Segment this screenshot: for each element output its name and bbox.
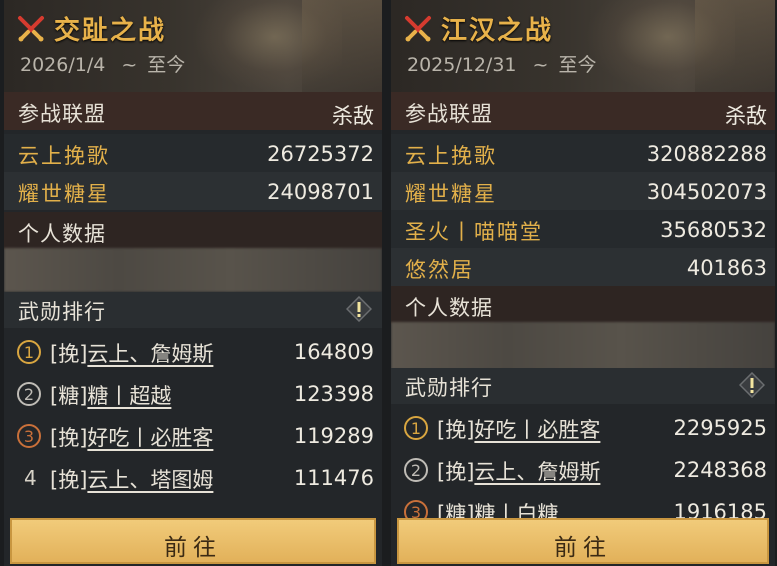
rank-gold-badge-icon: 1 bbox=[404, 416, 428, 440]
alliance-row: 圣火丨喵喵堂 35680532 bbox=[391, 210, 775, 248]
svg-text:1: 1 bbox=[411, 419, 421, 438]
alliance-row: 云上挽歌 320882288 bbox=[391, 134, 775, 172]
ranking-row[interactable]: 2 [挽]云上、詹姆斯 2248368 bbox=[391, 450, 775, 490]
exclamation-icon[interactable] bbox=[739, 372, 765, 398]
exclamation-icon[interactable] bbox=[346, 296, 372, 322]
alliance-row: 耀世糖星 304502073 bbox=[391, 172, 775, 210]
personal-data-header: 个人数据 bbox=[391, 286, 775, 324]
player-name[interactable]: 云上、詹姆斯 bbox=[87, 342, 213, 366]
rank-silver-badge-icon: 2 bbox=[17, 382, 41, 406]
player-name[interactable]: 云上、詹姆斯 bbox=[474, 460, 600, 484]
personal-data-blurred bbox=[4, 248, 382, 292]
rank-gold-badge-icon: 1 bbox=[17, 340, 41, 364]
ranking-header: 武勋排行 bbox=[391, 368, 775, 404]
ranking-row[interactable]: 1 [挽]云上、詹姆斯 164809 bbox=[4, 332, 382, 372]
ranking-row[interactable]: 1 [挽]好吃丨必胜客 2295925 bbox=[391, 408, 775, 448]
battle-title: 江汉之战 bbox=[441, 16, 554, 46]
alliance-table-header: 参战联盟 杀敌 bbox=[391, 92, 775, 130]
svg-text:2: 2 bbox=[24, 385, 34, 404]
battle-date: 2026/1/4 ~ 至今 bbox=[20, 54, 186, 76]
battle-date: 2025/12/31 ~ 至今 bbox=[407, 54, 597, 76]
ranking-row[interactable]: 3 [挽]好吃丨必胜客 119289 bbox=[4, 416, 382, 456]
ranking-header: 武勋排行 bbox=[4, 292, 382, 328]
personal-data-blurred bbox=[391, 322, 775, 370]
svg-text:3: 3 bbox=[24, 427, 34, 446]
svg-text:1: 1 bbox=[24, 343, 34, 362]
go-button[interactable]: 前往 bbox=[397, 518, 769, 564]
alliance-row: 云上挽歌 26725372 bbox=[4, 134, 382, 172]
ranking-row[interactable]: 4 [挽]云上、塔图姆 111476 bbox=[4, 458, 382, 498]
svg-text:2: 2 bbox=[411, 461, 421, 480]
battle-banner: 江汉之战 2025/12/31 ~ 至今 bbox=[391, 0, 775, 92]
player-name[interactable]: 好吃丨必胜客 bbox=[87, 426, 213, 450]
end-label: 至今 bbox=[147, 54, 186, 76]
crossed-swords-icon bbox=[18, 16, 44, 42]
player-name[interactable]: 糖丨超越 bbox=[87, 384, 171, 408]
personal-data-header: 个人数据 bbox=[4, 212, 382, 250]
rank-silver-badge-icon: 2 bbox=[404, 458, 428, 482]
battle-banner: 交趾之战 2026/1/4 ~ 至今 bbox=[4, 0, 382, 92]
go-button[interactable]: 前往 bbox=[10, 518, 376, 564]
battle-panel-right: 江汉之战 2025/12/31 ~ 至今 参战联盟 杀敌 云上挽歌 32088228… bbox=[391, 0, 775, 566]
battle-title: 交趾之战 bbox=[54, 16, 167, 46]
player-name[interactable]: 好吃丨必胜客 bbox=[474, 418, 600, 442]
ranking-row[interactable]: 2 [糖]糖丨超越 123398 bbox=[4, 374, 382, 414]
crossed-swords-icon bbox=[405, 16, 431, 42]
player-name[interactable]: 云上、塔图姆 bbox=[87, 468, 213, 492]
rank-number: 4 bbox=[24, 466, 37, 490]
battle-panel-left: 交趾之战 2026/1/4 ~ 至今 参战联盟 杀敌 云上挽歌 26725372 耀… bbox=[4, 0, 382, 566]
start-date: 2026/1/4 bbox=[20, 54, 106, 76]
alliance-table-header: 参战联盟 杀敌 bbox=[4, 92, 382, 130]
rank-bronze-badge-icon: 3 bbox=[17, 424, 41, 448]
alliance-row: 悠然居 401863 bbox=[391, 248, 775, 286]
end-label: 至今 bbox=[558, 54, 597, 76]
start-date: 2025/12/31 bbox=[407, 54, 517, 76]
alliance-row: 耀世糖星 24098701 bbox=[4, 172, 382, 210]
